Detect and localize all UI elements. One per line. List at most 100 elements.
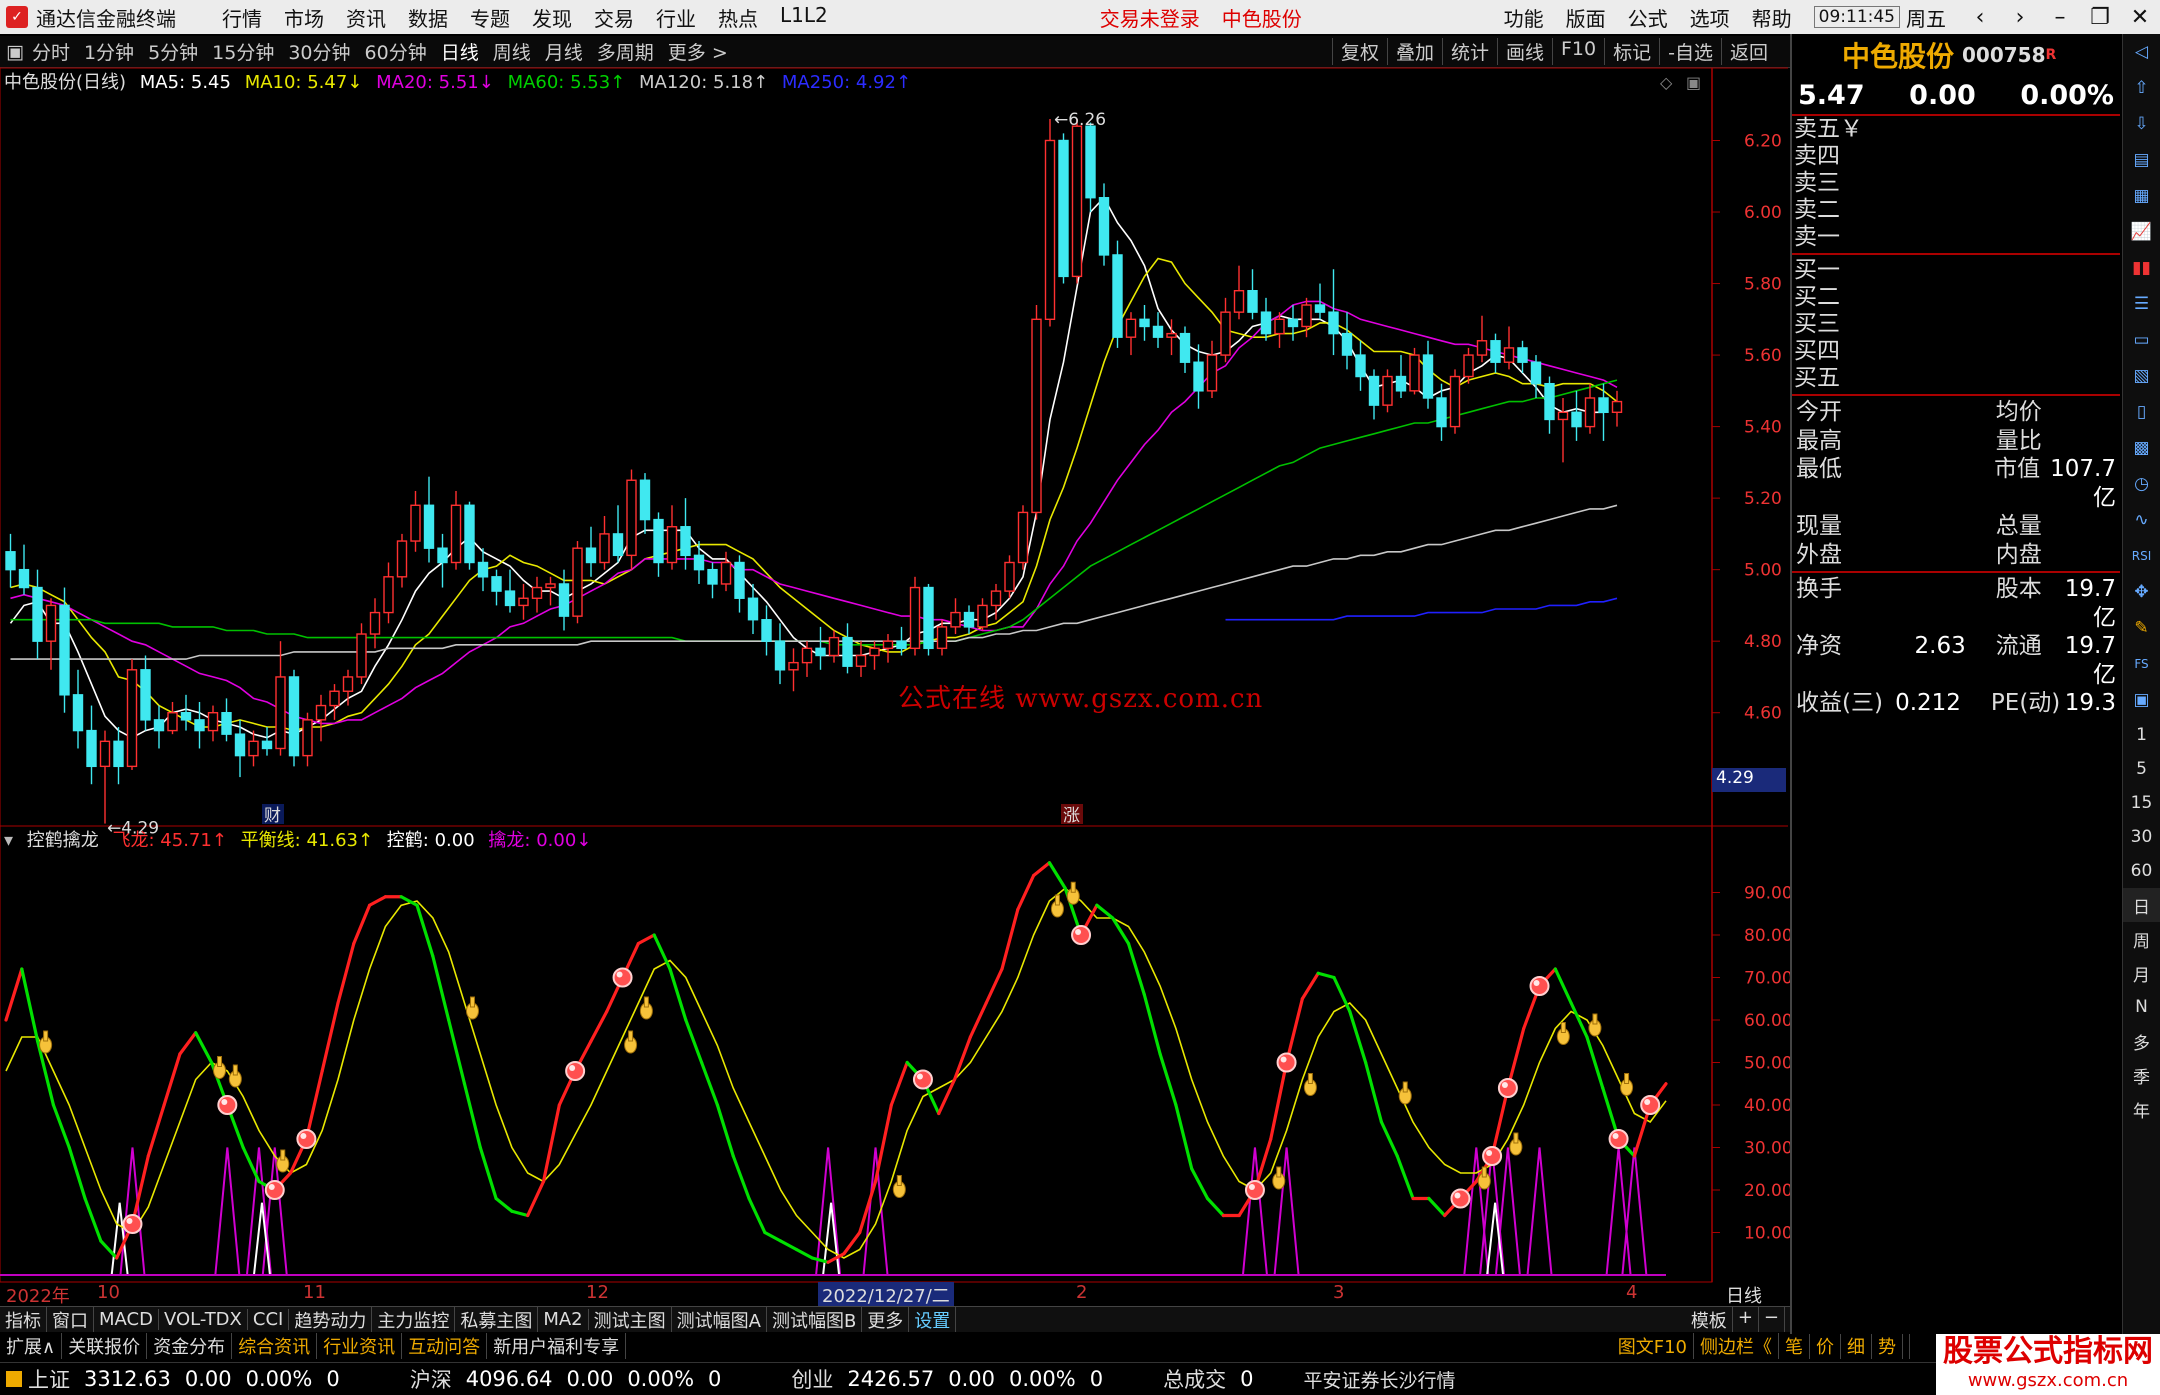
sub-pane-frame <box>0 825 1713 1283</box>
side-tab-0[interactable]: 图文F10 <box>1612 1333 1694 1359</box>
feilong-seg-87 <box>1364 1060 1384 1124</box>
candle-body-81 <box>1098 197 1110 256</box>
news-icon[interactable]: ☰ <box>2123 286 2160 322</box>
ma-line-ma10 <box>10 257 1618 732</box>
sub-collapse-icon[interactable]: ▾ <box>4 830 13 851</box>
indicator-tabs-right: 模板 + − <box>1681 1307 1790 1332</box>
candle-body-75 <box>1017 511 1029 564</box>
ma-line-ma20 <box>10 300 1618 725</box>
main-pane-frame <box>0 67 1713 827</box>
image-icon[interactable]: ▣ <box>2123 682 2160 718</box>
bookmark-icon[interactable]: ▯ <box>2123 394 2160 430</box>
period-shortcut-1[interactable]: 5 <box>2123 752 2160 786</box>
table-icon[interactable]: ▦ <box>2123 178 2160 214</box>
signal-ball-5 <box>612 967 633 988</box>
calc-icon[interactable]: ▩ <box>2123 430 2160 466</box>
indicator-tab-12[interactable]: 更多 <box>862 1307 910 1332</box>
info-tab-5[interactable]: 互动问答 <box>402 1333 488 1359</box>
wave-icon[interactable]: ∿ <box>2123 502 2160 538</box>
up-arrow-icon[interactable]: ⇧ <box>2123 70 2160 106</box>
fs-icon[interactable]: FS <box>2123 646 2160 682</box>
side-collapse-icon[interactable]: ◁ <box>2123 34 2160 70</box>
period-shortcut-11[interactable]: 年 <box>2123 1092 2160 1126</box>
zhang-marker: 涨 <box>1063 806 1080 826</box>
rows2-value-2: 0.212 <box>1895 690 1961 716</box>
feilong-seg-11 <box>162 1052 182 1107</box>
clock-icon[interactable]: ◷ <box>2123 466 2160 502</box>
hs-vol: 0 <box>708 1367 722 1391</box>
indicator-tab-5[interactable]: 趋势动力 <box>289 1307 373 1332</box>
sub-indicator-name[interactable]: 控鹤擒龙 <box>27 830 99 851</box>
period-shortcut-5[interactable]: 日 <box>2123 888 2160 922</box>
period-shortcut-10[interactable]: 季 <box>2123 1058 2160 1092</box>
minimize-icon[interactable]: – <box>2040 5 2080 30</box>
signal-ball-shine-10 <box>1454 1192 1461 1199</box>
feilong-seg-89 <box>1395 1154 1415 1201</box>
period-shortcut-8[interactable]: N <box>2123 990 2160 1024</box>
period-shortcut-2[interactable]: 15 <box>2123 786 2160 820</box>
back-icon[interactable]: ‹ <box>1960 5 2000 30</box>
grid-icon[interactable]: ▧ <box>2123 358 2160 394</box>
pen-icon[interactable]: ✎ <box>2123 610 2160 646</box>
side-tab-3[interactable]: 价 <box>1810 1333 1841 1359</box>
candle-body-69 <box>936 626 948 650</box>
rsi-icon[interactable]: RSI <box>2123 538 2160 574</box>
indicator-tab-9[interactable]: 测试主图 <box>589 1307 672 1332</box>
candle-body-39 <box>531 586 543 599</box>
period-shortcut-6[interactable]: 周 <box>2123 922 2160 956</box>
candle-body-113 <box>1530 361 1542 385</box>
info-tab-4[interactable]: 行业资讯 <box>317 1333 403 1359</box>
side-tab-5[interactable]: 势 <box>1872 1333 1903 1359</box>
candle-body-74 <box>1004 561 1015 592</box>
orderbook-divider <box>1792 253 2120 255</box>
indicator-tab-7[interactable]: 私募主图 <box>455 1307 539 1332</box>
move-icon[interactable]: ✥ <box>2123 574 2160 610</box>
signal-ball-4 <box>565 1061 586 1081</box>
info-tab-6[interactable]: 新用户福利专享 <box>487 1333 627 1359</box>
rows1-row-1: 最高 量比 <box>1792 427 2120 456</box>
info-tab-0[interactable]: 扩展∧ <box>0 1333 63 1359</box>
indicator-tab-4[interactable]: CCI <box>248 1309 290 1330</box>
period-shortcut-4[interactable]: 60 <box>2123 854 2160 888</box>
side-tab-2[interactable]: 笔 <box>1779 1333 1810 1359</box>
indicator-tab-8[interactable]: MA2 <box>538 1309 589 1330</box>
forward-icon[interactable]: › <box>2000 5 2040 30</box>
f10-icon[interactable]: ▭ <box>2123 322 2160 358</box>
kline-icon[interactable]: ▮▮ <box>2123 250 2160 286</box>
signal-ball-shine-2 <box>268 1184 275 1190</box>
status-icon[interactable] <box>6 1371 22 1387</box>
candle-body-51 <box>693 554 705 571</box>
restore-icon[interactable]: ❐ <box>2080 5 2120 30</box>
period-shortcut-7[interactable]: 月 <box>2123 956 2160 990</box>
indicator-tab-1[interactable]: 窗口 <box>47 1307 94 1332</box>
candle-body-44 <box>599 533 610 564</box>
period-shortcut-3[interactable]: 30 <box>2123 820 2160 854</box>
kline-chart[interactable]: 4.404.604.805.005.205.405.605.806.006.20… <box>0 0 1790 1306</box>
template-btn-2[interactable]: − <box>1759 1307 1785 1332</box>
down-arrow-icon[interactable]: ⇩ <box>2123 106 2160 142</box>
info-tab-2[interactable]: 资金分布 <box>147 1333 233 1359</box>
feilong-seg-70 <box>1095 903 1115 920</box>
indicator-tab-6[interactable]: 主力监控 <box>372 1307 456 1332</box>
side-tab-4[interactable]: 细 <box>1841 1333 1872 1359</box>
info-tab-3[interactable]: 综合资讯 <box>232 1333 318 1359</box>
period-shortcut-9[interactable]: 多 <box>2123 1024 2160 1058</box>
side-tab-1[interactable]: 侧边栏《 <box>1694 1333 1779 1359</box>
template-btn-0[interactable]: 模板 <box>1686 1307 1733 1332</box>
quote-fundamentals: 换手 股本 19.7亿 净资 2.63 流通 19.7亿 收益(三) 0.212 PE(动) 19.… <box>1792 575 2120 718</box>
indicator-tab-11[interactable]: 测试幅图B <box>767 1307 863 1332</box>
line-chart-icon[interactable]: 📈 <box>2123 214 2160 250</box>
template-btn-1[interactable]: + <box>1733 1307 1759 1332</box>
indicator-tab-0[interactable]: 指标 <box>0 1307 47 1332</box>
indicator-tab-3[interactable]: VOL-TDX <box>159 1309 248 1330</box>
report-icon[interactable]: ▤ <box>2123 142 2160 178</box>
candle-body-103 <box>1395 375 1407 392</box>
indicator-tab-13[interactable]: 设置 <box>909 1307 957 1332</box>
rows2-value2-1: 19.7亿 <box>2064 633 2116 688</box>
close-icon[interactable]: ✕ <box>2120 5 2160 30</box>
candle-body-76 <box>1031 318 1042 514</box>
info-tab-1[interactable]: 关联报价 <box>62 1333 148 1359</box>
indicator-tab-10[interactable]: 测试幅图A <box>672 1307 767 1332</box>
period-shortcut-0[interactable]: 1 <box>2123 718 2160 752</box>
indicator-tab-2[interactable]: MACD <box>94 1309 159 1330</box>
